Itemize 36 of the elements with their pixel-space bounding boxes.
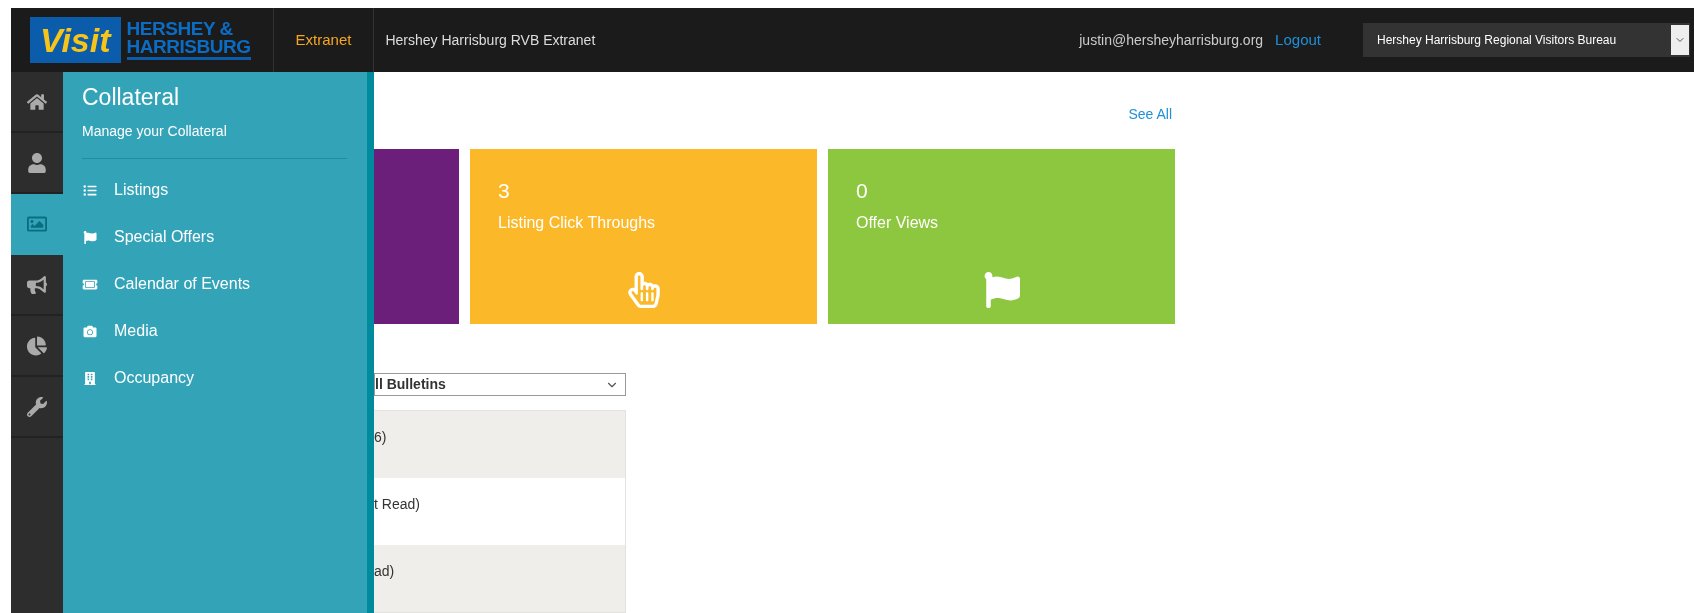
bulletin-filter-select[interactable]: ll Bulletins: [374, 373, 626, 396]
stat-value: 0: [856, 179, 869, 204]
camera-icon: [82, 324, 98, 338]
bulletin-row[interactable]: ad): [374, 545, 625, 612]
logout-link[interactable]: Logout: [1275, 28, 1321, 52]
stat-label: Listing Click Throughs: [498, 213, 657, 234]
flyout-menu-item[interactable]: Media: [82, 307, 347, 355]
flag-icon: [983, 271, 1020, 308]
flag-icon: [82, 230, 98, 244]
flyout-menu-item[interactable]: Special Offers: [82, 213, 347, 261]
site-title: Hershey Harrisburg RVB Extranet: [385, 30, 596, 50]
flyout-title: Collateral: [82, 83, 181, 112]
organization-select[interactable]: Hershey Harrisburg Regional Visitors Bureau: [1363, 23, 1690, 57]
pointer-hand-icon: [625, 271, 662, 308]
pie-chart-icon: [27, 335, 47, 356]
app-label[interactable]: Extranet: [295, 28, 352, 52]
stat-label: Offer Views: [856, 213, 940, 234]
wrench-icon: [27, 396, 47, 417]
logo-word: Visit: [30, 17, 121, 63]
user-icon: [27, 152, 47, 173]
list-icon: [82, 183, 98, 197]
user-email: justin@hersheyharrisburg.org: [1079, 30, 1264, 50]
flyout-menu-item[interactable]: Calendar of Events: [82, 260, 347, 308]
logo-text: HERSHEY &: [126, 20, 234, 38]
see-all-link[interactable]: See All: [1128, 104, 1172, 122]
bulletin-row[interactable]: 6): [374, 411, 625, 478]
megaphone-icon: [27, 274, 47, 295]
home-icon: [27, 91, 47, 112]
flyout-menu-item[interactable]: Occupancy: [82, 354, 347, 402]
building-icon: [82, 371, 98, 385]
flyout-subtitle: Manage your Collateral: [82, 121, 228, 141]
stat-value: 3: [498, 179, 511, 204]
flyout-menu-item[interactable]: Listings: [82, 166, 347, 214]
chevron-down-icon: [1671, 25, 1689, 55]
logo-text: HARRISBURG: [126, 38, 251, 56]
ticket-icon: [82, 277, 98, 291]
